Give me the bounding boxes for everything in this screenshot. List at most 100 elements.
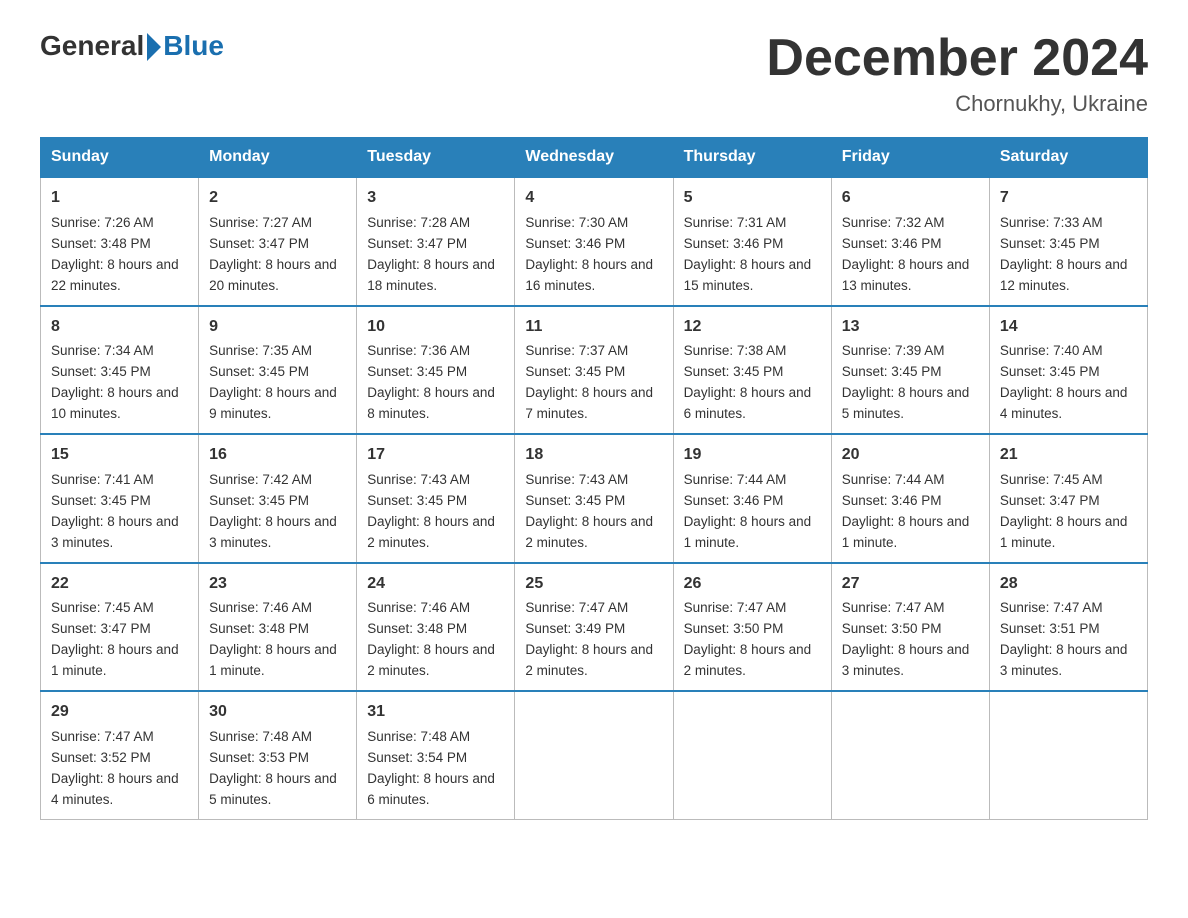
day-info: Sunrise: 7:48 AMSunset: 3:53 PMDaylight:… [209,729,337,807]
calendar-subtitle: Chornukhy, Ukraine [766,91,1148,117]
day-number: 29 [51,700,188,725]
day-number: 2 [209,186,346,211]
header-row: SundayMondayTuesdayWednesdayThursdayFrid… [41,138,1148,178]
day-number: 24 [367,572,504,597]
calendar-cell: 12 Sunrise: 7:38 AMSunset: 3:45 PMDayligh… [673,306,831,434]
day-info: Sunrise: 7:31 AMSunset: 3:46 PMDaylight:… [684,215,812,293]
day-number: 7 [1000,186,1137,211]
day-number: 6 [842,186,979,211]
calendar-cell: 20 Sunrise: 7:44 AMSunset: 3:46 PMDayligh… [831,434,989,562]
calendar-cell: 5 Sunrise: 7:31 AMSunset: 3:46 PMDaylight… [673,177,831,305]
day-info: Sunrise: 7:40 AMSunset: 3:45 PMDaylight:… [1000,343,1128,421]
week-row-2: 8Sunrise: 7:34 AMSunset: 3:45 PMDaylight… [41,306,1148,434]
day-info: Sunrise: 7:27 AMSunset: 3:47 PMDaylight:… [209,215,337,293]
day-number: 4 [525,186,662,211]
day-info: Sunrise: 7:38 AMSunset: 3:45 PMDaylight:… [684,343,812,421]
calendar-cell: 30 Sunrise: 7:48 AMSunset: 3:53 PMDayligh… [199,691,357,819]
day-info: Sunrise: 7:36 AMSunset: 3:45 PMDaylight:… [367,343,495,421]
calendar-cell [989,691,1147,819]
day-info: Sunrise: 7:26 AMSunset: 3:48 PMDaylight:… [51,215,179,293]
day-number: 30 [209,700,346,725]
day-info: Sunrise: 7:41 AMSunset: 3:45 PMDaylight:… [51,472,179,550]
calendar-cell: 14 Sunrise: 7:40 AMSunset: 3:45 PMDayligh… [989,306,1147,434]
calendar-cell: 25Sunrise: 7:47 AMSunset: 3:49 PMDayligh… [515,563,673,691]
day-info: Sunrise: 7:39 AMSunset: 3:45 PMDaylight:… [842,343,970,421]
day-number: 22 [51,572,188,597]
calendar-cell: 23 Sunrise: 7:46 AMSunset: 3:48 PMDayligh… [199,563,357,691]
day-number: 16 [209,443,346,468]
day-info: Sunrise: 7:48 AMSunset: 3:54 PMDaylight:… [367,729,495,807]
logo-arrow-icon [147,33,161,61]
day-number: 12 [684,315,821,340]
day-info: Sunrise: 7:45 AMSunset: 3:47 PMDaylight:… [51,600,179,678]
day-info: Sunrise: 7:30 AMSunset: 3:46 PMDaylight:… [525,215,653,293]
day-number: 9 [209,315,346,340]
day-info: Sunrise: 7:44 AMSunset: 3:46 PMDaylight:… [842,472,970,550]
day-info: Sunrise: 7:28 AMSunset: 3:47 PMDaylight:… [367,215,495,293]
day-info: Sunrise: 7:47 AMSunset: 3:51 PMDaylight:… [1000,600,1128,678]
calendar-cell: 29Sunrise: 7:47 AMSunset: 3:52 PMDayligh… [41,691,199,819]
day-number: 31 [367,700,504,725]
day-info: Sunrise: 7:32 AMSunset: 3:46 PMDaylight:… [842,215,970,293]
calendar-cell: 16 Sunrise: 7:42 AMSunset: 3:45 PMDayligh… [199,434,357,562]
calendar-cell: 21Sunrise: 7:45 AMSunset: 3:47 PMDayligh… [989,434,1147,562]
calendar-cell: 24 Sunrise: 7:46 AMSunset: 3:48 PMDayligh… [357,563,515,691]
day-info: Sunrise: 7:42 AMSunset: 3:45 PMDaylight:… [209,472,337,550]
day-number: 11 [525,315,662,340]
calendar-cell: 1 Sunrise: 7:26 AMSunset: 3:48 PMDaylight… [41,177,199,305]
day-info: Sunrise: 7:46 AMSunset: 3:48 PMDaylight:… [209,600,337,678]
column-header-friday: Friday [831,138,989,178]
day-info: Sunrise: 7:47 AMSunset: 3:50 PMDaylight:… [684,600,812,678]
calendar-title: December 2024 [766,30,1148,87]
day-info: Sunrise: 7:45 AMSunset: 3:47 PMDaylight:… [1000,472,1128,550]
day-number: 13 [842,315,979,340]
week-row-5: 29Sunrise: 7:47 AMSunset: 3:52 PMDayligh… [41,691,1148,819]
week-row-3: 15Sunrise: 7:41 AMSunset: 3:45 PMDayligh… [41,434,1148,562]
calendar-cell: 2 Sunrise: 7:27 AMSunset: 3:47 PMDaylight… [199,177,357,305]
day-number: 14 [1000,315,1137,340]
calendar-cell: 8Sunrise: 7:34 AMSunset: 3:45 PMDaylight… [41,306,199,434]
column-header-monday: Monday [199,138,357,178]
calendar-cell: 28 Sunrise: 7:47 AMSunset: 3:51 PMDayligh… [989,563,1147,691]
column-header-thursday: Thursday [673,138,831,178]
day-info: Sunrise: 7:47 AMSunset: 3:50 PMDaylight:… [842,600,970,678]
day-info: Sunrise: 7:33 AMSunset: 3:45 PMDaylight:… [1000,215,1128,293]
day-number: 28 [1000,572,1137,597]
week-row-1: 1 Sunrise: 7:26 AMSunset: 3:48 PMDaylight… [41,177,1148,305]
calendar-cell: 13 Sunrise: 7:39 AMSunset: 3:45 PMDayligh… [831,306,989,434]
logo-general-text: General [40,30,144,62]
day-info: Sunrise: 7:37 AMSunset: 3:45 PMDaylight:… [525,343,653,421]
calendar-cell: 3Sunrise: 7:28 AMSunset: 3:47 PMDaylight… [357,177,515,305]
calendar-table: SundayMondayTuesdayWednesdayThursdayFrid… [40,137,1148,819]
header: General Blue December 2024 Chornukhy, Uk… [40,30,1148,117]
day-number: 23 [209,572,346,597]
calendar-cell: 4 Sunrise: 7:30 AMSunset: 3:46 PMDaylight… [515,177,673,305]
day-info: Sunrise: 7:44 AMSunset: 3:46 PMDaylight:… [684,472,812,550]
day-number: 27 [842,572,979,597]
calendar-cell [831,691,989,819]
day-number: 18 [525,443,662,468]
day-number: 20 [842,443,979,468]
day-number: 25 [525,572,662,597]
calendar-cell: 7 Sunrise: 7:33 AMSunset: 3:45 PMDaylight… [989,177,1147,305]
calendar-cell [673,691,831,819]
logo: General Blue [40,30,224,62]
column-header-sunday: Sunday [41,138,199,178]
day-number: 26 [684,572,821,597]
calendar-cell: 19 Sunrise: 7:44 AMSunset: 3:46 PMDayligh… [673,434,831,562]
logo-blue-text: Blue [163,30,224,62]
calendar-cell: 18 Sunrise: 7:43 AMSunset: 3:45 PMDayligh… [515,434,673,562]
day-info: Sunrise: 7:34 AMSunset: 3:45 PMDaylight:… [51,343,179,421]
day-info: Sunrise: 7:43 AMSunset: 3:45 PMDaylight:… [525,472,653,550]
calendar-cell: 17Sunrise: 7:43 AMSunset: 3:45 PMDayligh… [357,434,515,562]
calendar-cell: 22 Sunrise: 7:45 AMSunset: 3:47 PMDayligh… [41,563,199,691]
title-area: December 2024 Chornukhy, Ukraine [766,30,1148,117]
day-info: Sunrise: 7:46 AMSunset: 3:48 PMDaylight:… [367,600,495,678]
day-number: 19 [684,443,821,468]
calendar-cell: 6 Sunrise: 7:32 AMSunset: 3:46 PMDaylight… [831,177,989,305]
calendar-cell: 9Sunrise: 7:35 AMSunset: 3:45 PMDaylight… [199,306,357,434]
day-number: 1 [51,186,188,211]
column-header-wednesday: Wednesday [515,138,673,178]
day-number: 5 [684,186,821,211]
column-header-saturday: Saturday [989,138,1147,178]
